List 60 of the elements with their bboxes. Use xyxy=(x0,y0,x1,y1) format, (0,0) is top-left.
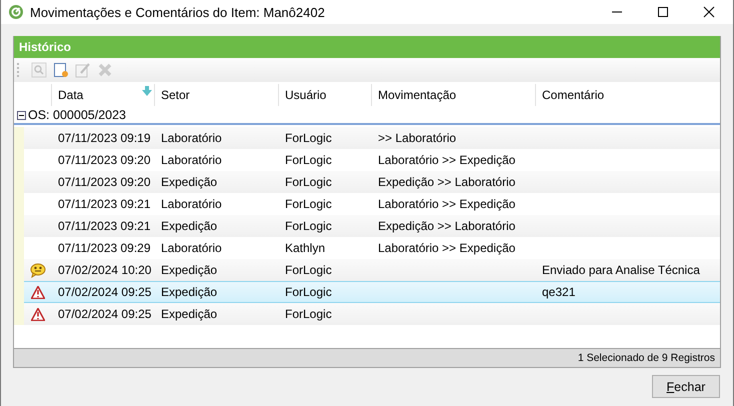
table-row[interactable]: 07/11/2023 09:21 Expedição ForLogic Expedição >> Laboratório xyxy=(24,215,720,237)
table-cell: 07/11/2023 09:20 xyxy=(58,153,151,167)
table-cell: 07/02/2024 10:20 xyxy=(58,263,152,277)
table-cell: 07/02/2024 09:25 xyxy=(58,307,152,321)
table-cell: ForLogic xyxy=(285,175,332,189)
smiley-speech-icon xyxy=(30,262,46,278)
table-cell: ForLogic xyxy=(285,197,332,211)
collapse-icon[interactable] xyxy=(17,110,26,120)
table-cell: Laboratório xyxy=(161,153,222,167)
close-button[interactable]: Fechar xyxy=(652,375,720,398)
table-cell: 07/11/2023 09:21 xyxy=(58,219,151,233)
column-header[interactable]: Movimentação xyxy=(371,84,535,106)
table-cell: 07/11/2023 09:21 xyxy=(58,197,151,211)
status-text: 1 Selecionado de 9 Registros xyxy=(578,352,715,364)
table-cell: 07/11/2023 09:20 xyxy=(58,175,151,189)
table-cell: ForLogic xyxy=(285,285,332,299)
table-row[interactable]: 07/02/2024 10:20 Expedição ForLogic Enviado para Analise Técnica xyxy=(24,259,720,281)
table-cell: ForLogic xyxy=(285,219,332,233)
table-cell: Laboratório >> Expedição xyxy=(378,241,516,255)
warning-icon xyxy=(30,308,44,320)
table-cell: 07/11/2023 09:19 xyxy=(58,131,151,145)
table-cell: ForLogic xyxy=(285,263,332,277)
table-cell: Laboratório xyxy=(161,241,222,255)
window-title: Movimentações e Comentários do Item: Manô2402 xyxy=(30,4,325,20)
table-cell: Expedição xyxy=(161,175,218,189)
panel-header: Histórico xyxy=(14,36,720,58)
close-icon[interactable] xyxy=(703,6,715,18)
column-header[interactable]: Comentário xyxy=(535,84,720,106)
table-cell: ForLogic xyxy=(285,307,332,321)
warning-icon xyxy=(30,286,44,298)
table-cell: ForLogic xyxy=(285,131,332,145)
table-row[interactable]: 07/02/2024 09:25 Expedição ForLogic qe321 xyxy=(24,281,720,303)
table-cell: Laboratório >> Expedição xyxy=(378,153,516,167)
sort-down-icon[interactable] xyxy=(142,86,152,96)
table-cell: 07/11/2023 09:29 xyxy=(58,241,151,255)
table-cell: qe321 xyxy=(542,285,576,299)
maximize-icon[interactable] xyxy=(657,6,669,18)
table-row[interactable]: 07/11/2023 09:19 Laboratório ForLogic >> Laboratório xyxy=(24,127,720,149)
table-cell: Laboratório xyxy=(161,131,222,145)
column-header[interactable]: Setor xyxy=(154,84,278,106)
table-cell: Enviado para Analise Técnica xyxy=(542,263,700,277)
group-label: OS: 000005/2023 xyxy=(28,108,126,122)
table-cell: 07/02/2024 09:25 xyxy=(58,285,152,299)
table-cell: ForLogic xyxy=(285,153,332,167)
column-header[interactable]: Data xyxy=(51,84,154,106)
table-cell: Expedição xyxy=(161,285,218,299)
new-document-icon[interactable] xyxy=(53,62,69,78)
table-cell: Expedição xyxy=(161,219,218,233)
table-cell: Laboratório >> Expedição xyxy=(378,197,516,211)
table-cell: Expedição xyxy=(161,263,218,277)
table-row[interactable]: 07/02/2024 09:25 Expedição ForLogic xyxy=(24,303,720,325)
table-cell: >> Laboratório xyxy=(378,131,456,145)
table-cell: Kathlyn xyxy=(285,241,326,255)
table-cell: Laboratório xyxy=(161,197,222,211)
table-cell: Expedição >> Laboratório xyxy=(378,175,516,189)
table-cell: Expedição >> Laboratório xyxy=(378,219,516,233)
app-logo-icon xyxy=(9,5,23,19)
column-header[interactable]: Usuário xyxy=(278,84,371,106)
table-row[interactable]: 07/11/2023 09:20 Expedição ForLogic Expedição >> Laboratório xyxy=(24,171,720,193)
table-cell: Expedição xyxy=(161,307,218,321)
